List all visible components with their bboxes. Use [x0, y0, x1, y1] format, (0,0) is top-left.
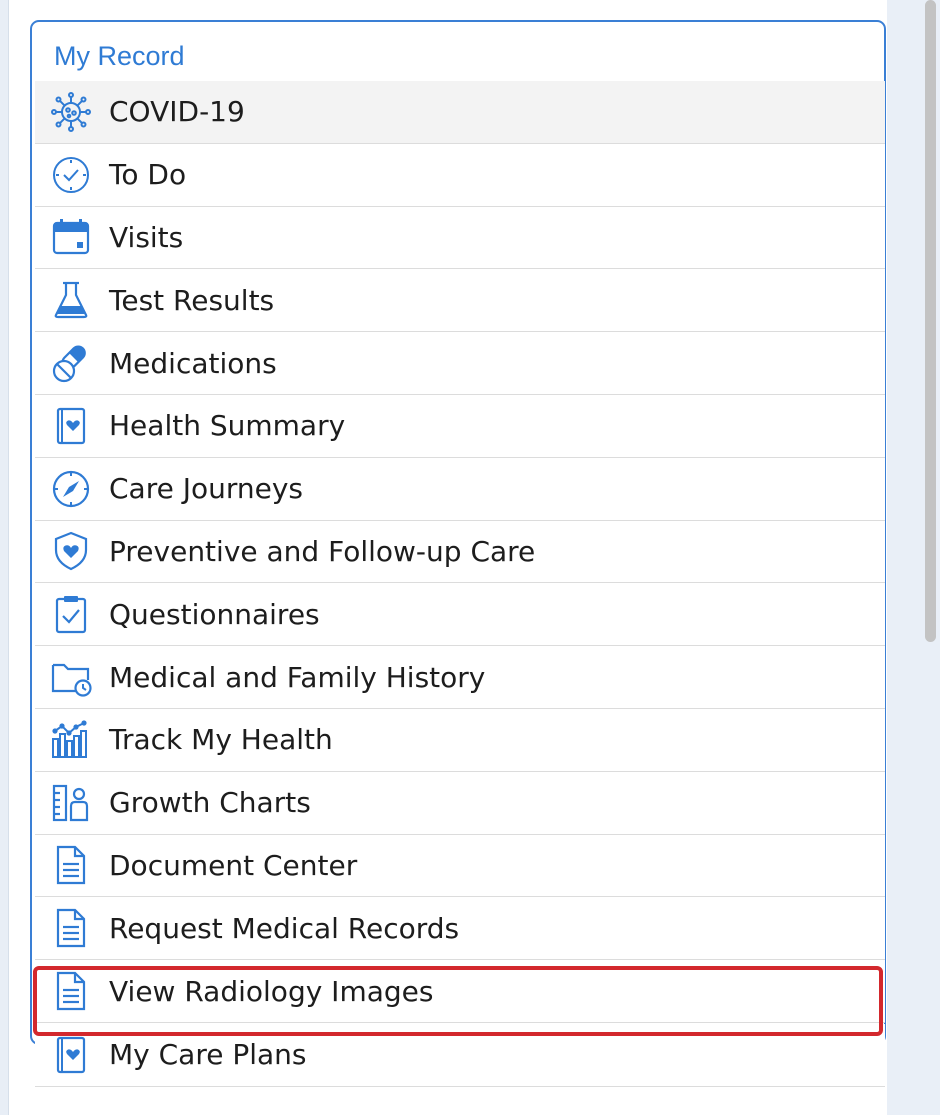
bar-chart-icon [49, 718, 93, 762]
menu-item-medical-family-history[interactable]: Medical and Family History [35, 646, 885, 709]
menu-item-label: Questionnaires [109, 597, 320, 631]
menu-item-questionnaires[interactable]: Questionnaires [35, 583, 885, 647]
folder-clock-icon [49, 655, 93, 699]
panel-title: My Record [54, 41, 185, 71]
bottom-list: My Care Plans [35, 1024, 885, 1087]
menu-item-medications[interactable]: Medications [35, 332, 885, 395]
menu-item-label: Document Center [109, 848, 358, 882]
clock-check-icon [49, 153, 93, 197]
menu-item-label: Medical and Family History [109, 660, 486, 694]
growth-chart-icon [49, 781, 93, 825]
menu-item-label: Visits [109, 220, 184, 254]
menu-item-request-medical-records[interactable]: Request Medical Records [35, 897, 885, 961]
page: My Record COVID-19 To Do Visits Test Res… [0, 0, 940, 1115]
shield-heart-icon [49, 529, 93, 573]
menu-item-care-journeys[interactable]: Care Journeys [35, 457, 885, 521]
menu-item-label: Request Medical Records [109, 911, 460, 945]
calendar-icon [49, 215, 93, 259]
menu-item-visits[interactable]: Visits [35, 206, 885, 270]
left-background-strip [0, 0, 9, 1115]
menu-item-track-my-health[interactable]: Track My Health [35, 708, 885, 772]
menu-item-growth-charts[interactable]: Growth Charts [35, 771, 885, 835]
menu-item-view-radiology-images[interactable]: View Radiology Images [35, 960, 885, 1023]
menu-item-label: My Care Plans [109, 1038, 307, 1072]
menu-item-to-do[interactable]: To Do [35, 143, 885, 207]
menu-item-label: Growth Charts [109, 786, 311, 820]
menu-item-preventive-care[interactable]: Preventive and Follow-up Care [35, 520, 885, 584]
covid-virus-icon [49, 90, 93, 134]
menu-item-label: To Do [109, 158, 187, 192]
menu-item-label: COVID-19 [109, 95, 245, 129]
menu-item-label: Test Results [109, 283, 275, 317]
menu-item-my-care-plans[interactable]: My Care Plans [35, 1024, 885, 1087]
menu-item-label: Health Summary [109, 409, 346, 443]
menu-item-label: View Radiology Images [109, 974, 434, 1008]
menu-item-label: Track My Health [109, 723, 333, 757]
document-icon [49, 906, 93, 950]
menu-item-covid-19[interactable]: COVID-19 [35, 81, 885, 144]
flask-icon [49, 278, 93, 322]
menu-item-test-results[interactable]: Test Results [35, 269, 885, 333]
menu-item-health-summary[interactable]: Health Summary [35, 394, 885, 458]
health-book-icon [49, 404, 93, 448]
menu-item-document-center[interactable]: Document Center [35, 834, 885, 898]
health-book-icon [49, 1033, 93, 1077]
clipboard-check-icon [49, 592, 93, 636]
pills-icon [49, 341, 93, 385]
scrollbar-thumb[interactable] [925, 0, 936, 642]
document-icon [49, 969, 93, 1013]
menu-list: COVID-19 To Do Visits Test Results Medic… [35, 81, 885, 1023]
compass-icon [49, 467, 93, 511]
document-icon [49, 843, 93, 887]
menu-item-label: Medications [109, 346, 277, 380]
menu-item-label: Care Journeys [109, 472, 304, 506]
menu-item-label: Preventive and Follow-up Care [109, 534, 536, 568]
